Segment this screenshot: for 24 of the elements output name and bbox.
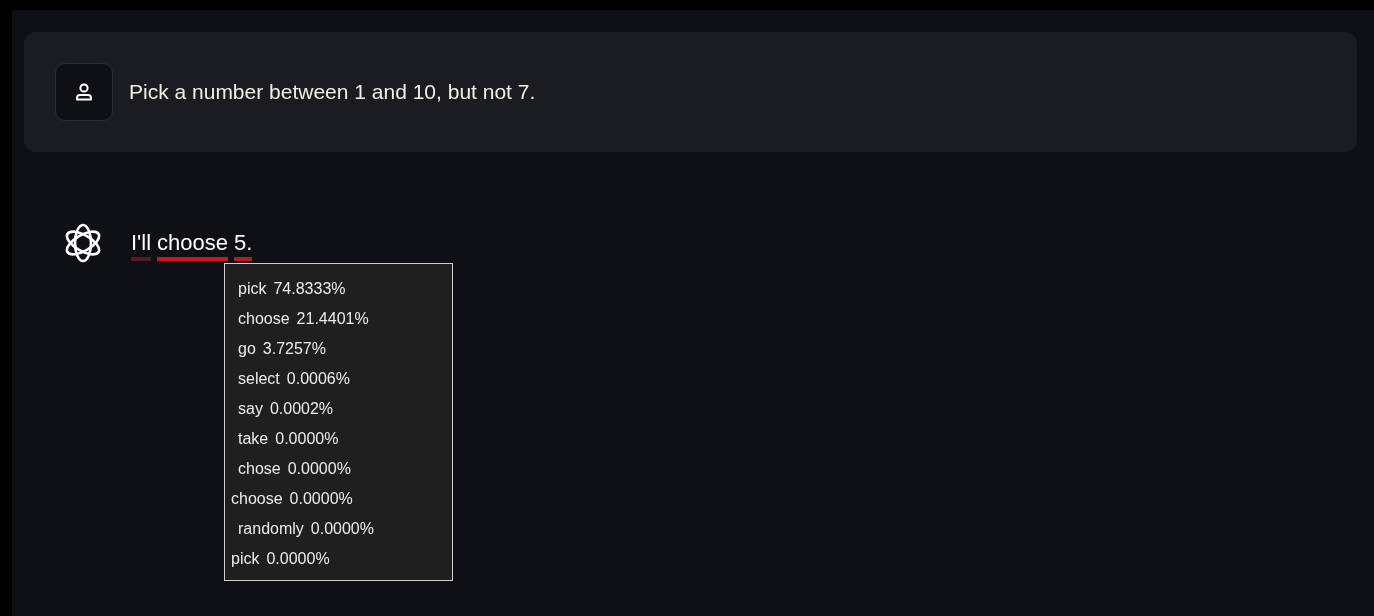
- candidate-probability: 3.7257%: [262, 339, 326, 359]
- response-token[interactable]: I'll: [131, 230, 152, 261]
- response-token[interactable]: choose: [157, 230, 229, 261]
- candidate-token: choose: [231, 489, 283, 509]
- candidate-token: randomly: [238, 519, 304, 539]
- candidate-token: select: [238, 369, 280, 389]
- candidate-probability: 74.8333%: [273, 279, 346, 299]
- candidate-probability: 0.0000%: [287, 459, 351, 479]
- prompt-text: Pick a number between 1 and 10, but not 7.: [129, 80, 536, 104]
- candidate-token: pick: [238, 279, 267, 299]
- candidate-token: take: [238, 429, 269, 449]
- candidate-probability: 0.0000%: [266, 549, 330, 569]
- user-icon: [74, 82, 94, 102]
- candidate-probability: 0.0000%: [289, 489, 353, 509]
- candidate-token: say: [238, 399, 263, 419]
- candidate-token: chose: [238, 459, 281, 479]
- candidate-token: pick: [231, 549, 260, 569]
- candidate-probability: 0.0000%: [310, 519, 374, 539]
- candidate-probability: 0.0000%: [275, 429, 339, 449]
- candidate-probability: 0.0006%: [286, 369, 350, 389]
- candidate-token: go: [238, 339, 256, 359]
- candidate-probability: 21.4401%: [296, 309, 369, 329]
- candidate-token: choose: [238, 309, 290, 329]
- candidate-probability: 0.0002%: [269, 399, 334, 419]
